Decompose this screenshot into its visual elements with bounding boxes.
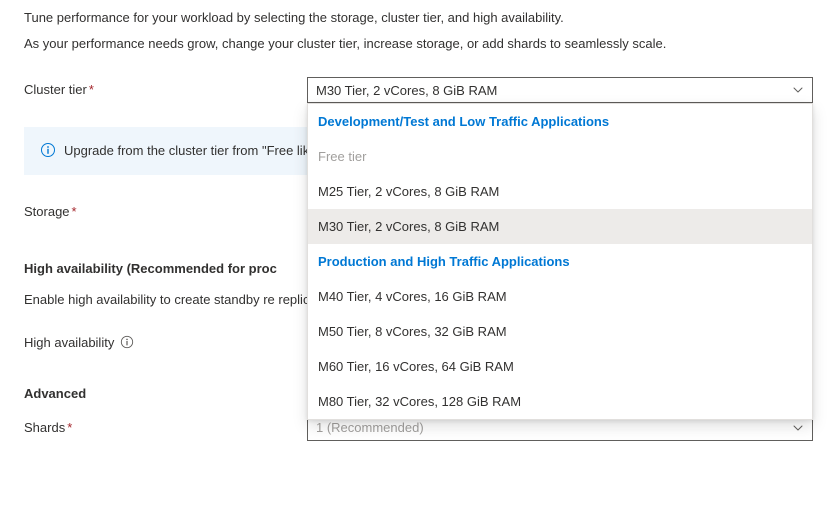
dropdown-option-m25[interactable]: M25 Tier, 2 vCores, 8 GiB RAM (308, 174, 812, 209)
high-availability-label: High availability (24, 330, 307, 350)
dropdown-option-m40[interactable]: M40 Tier, 4 vCores, 16 GiB RAM (308, 279, 812, 314)
dropdown-option-m60[interactable]: M60 Tier, 16 vCores, 64 GiB RAM (308, 349, 812, 384)
required-asterisk: * (67, 420, 72, 435)
dropdown-group-header-1: Development/Test and Low Traffic Applica… (308, 104, 812, 139)
dropdown-option-m80[interactable]: M80 Tier, 32 vCores, 128 GiB RAM (308, 384, 812, 419)
info-icon (40, 142, 56, 161)
cluster-tier-row: Cluster tier* M30 Tier, 2 vCores, 8 GiB … (24, 77, 813, 103)
dropdown-group-header-2: Production and High Traffic Applications (308, 244, 812, 279)
high-availability-label-text: High availability (24, 335, 114, 350)
intro-line-2: As your performance needs grow, change y… (24, 34, 813, 54)
cluster-tier-select-value: M30 Tier, 2 vCores, 8 GiB RAM (316, 83, 497, 98)
info-icon[interactable] (120, 335, 134, 349)
cluster-tier-select[interactable]: M30 Tier, 2 vCores, 8 GiB RAM (307, 77, 813, 103)
dropdown-option-free-tier: Free tier (308, 139, 812, 174)
shards-label-text: Shards (24, 420, 65, 435)
shards-select-value: 1 (Recommended) (316, 420, 424, 435)
dropdown-option-m50[interactable]: M50 Tier, 8 vCores, 32 GiB RAM (308, 314, 812, 349)
storage-label: Storage* (24, 199, 307, 219)
cluster-tier-dropdown: Development/Test and Low Traffic Applica… (307, 103, 813, 420)
shards-label: Shards* (24, 415, 307, 435)
chevron-down-icon (792, 84, 804, 96)
chevron-down-icon (792, 422, 804, 434)
required-asterisk: * (72, 204, 77, 219)
required-asterisk: * (89, 82, 94, 97)
dropdown-option-m30[interactable]: M30 Tier, 2 vCores, 8 GiB RAM (308, 209, 812, 244)
intro-line-1: Tune performance for your workload by se… (24, 8, 813, 28)
storage-label-text: Storage (24, 204, 70, 219)
cluster-tier-label: Cluster tier* (24, 77, 307, 97)
cluster-tier-label-text: Cluster tier (24, 82, 87, 97)
